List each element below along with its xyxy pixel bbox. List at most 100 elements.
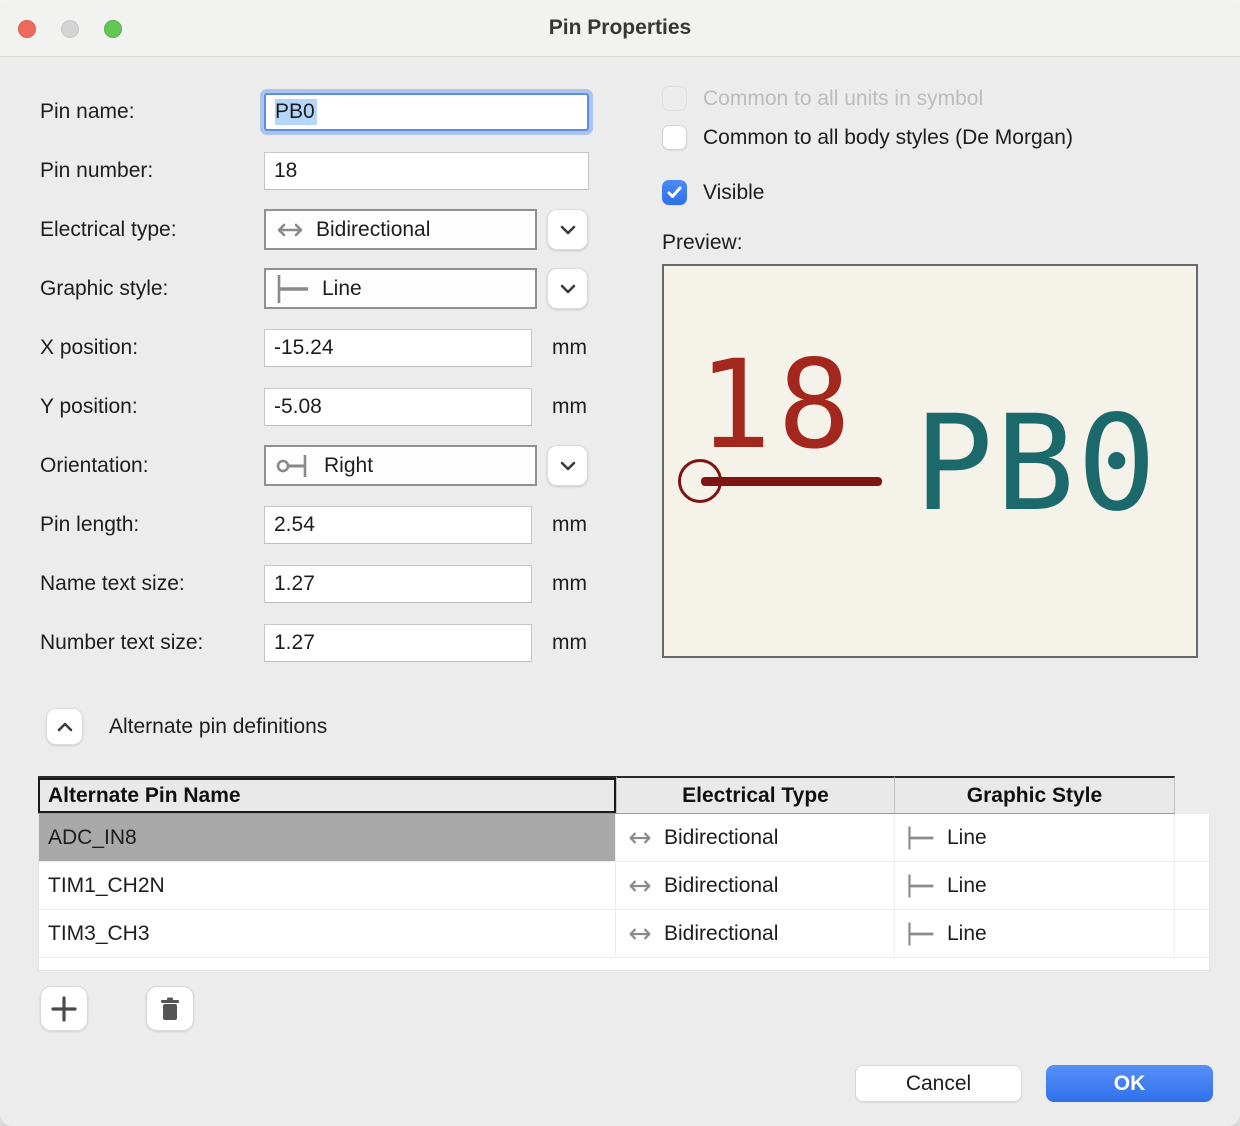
dialog-footer: Cancel OK	[855, 1065, 1213, 1102]
electrical-type-dropdown-button[interactable]	[547, 209, 588, 250]
checkmark-icon	[667, 186, 682, 199]
electrical-type-cell[interactable]: Bidirectional	[616, 862, 895, 909]
common-units-checkbox	[662, 86, 687, 111]
preview-pin-name: PB0	[914, 398, 1158, 530]
pin-name-row: Pin name: PB0	[40, 82, 650, 141]
column-header-electrical-type[interactable]: Electrical Type	[616, 776, 895, 814]
common-units-label: Common to all units in symbol	[703, 87, 983, 111]
alternate-section-header: Alternate pin definitions	[46, 708, 1210, 745]
visible-checkbox[interactable]	[662, 180, 687, 205]
alternate-pin-name: TIM1_CH2N	[48, 874, 165, 898]
alternate-pin-name-cell[interactable]: ADC_IN8	[39, 814, 616, 861]
common-units-row: Common to all units in symbol	[662, 86, 1212, 111]
x-position-input[interactable]	[264, 329, 532, 367]
electrical-type-value: Bidirectional	[664, 826, 778, 850]
pin-length-input[interactable]	[264, 506, 532, 544]
pin-name-input[interactable]: PB0	[264, 93, 589, 131]
common-body-styles-label: Common to all body styles (De Morgan)	[703, 126, 1073, 150]
graphic-style-value: Line	[947, 826, 987, 850]
alternate-pin-name-cell[interactable]: TIM3_CH3	[39, 910, 616, 957]
line-style-icon	[276, 274, 310, 304]
table-empty-strip	[39, 958, 1209, 970]
alternate-pins-table: Alternate Pin Name Electrical Type Graph…	[38, 776, 1210, 971]
pin-length-label: Pin length:	[40, 513, 264, 537]
number-text-size-input[interactable]	[264, 624, 532, 662]
pin-preview-canvas: 18 PB0	[662, 264, 1198, 658]
window-controls	[18, 20, 122, 38]
bidirectional-arrow-icon	[628, 879, 652, 893]
electrical-type-value: Bidirectional	[664, 922, 778, 946]
column-header-alternate-pin-name[interactable]: Alternate Pin Name	[38, 776, 616, 814]
common-body-styles-checkbox[interactable]	[662, 125, 687, 150]
collapse-section-button[interactable]	[46, 708, 83, 745]
electrical-type-value: Bidirectional	[664, 874, 778, 898]
y-position-input[interactable]	[264, 388, 532, 426]
visible-row: Visible	[662, 180, 1212, 205]
bidirectional-arrow-icon	[276, 222, 304, 238]
pin-name-label: Pin name:	[40, 100, 264, 124]
graphic-style-cell[interactable]: Line	[895, 910, 1175, 957]
x-position-row: X position: mm	[40, 318, 650, 377]
bidirectional-arrow-icon	[628, 927, 652, 941]
orientation-dropdown-button[interactable]	[547, 445, 588, 486]
graphic-style-cell[interactable]: Line	[895, 814, 1175, 861]
pin-properties-dialog: Pin Properties Pin name: PB0 Pin number:…	[0, 0, 1240, 1126]
close-window-button[interactable]	[18, 20, 36, 38]
orientation-combo[interactable]: Right	[264, 445, 537, 486]
table-row[interactable]: TIM1_CH2N Bidirectional Line	[39, 862, 1209, 910]
electrical-type-cell[interactable]: Bidirectional	[616, 814, 895, 861]
preview-pin-number: 18	[698, 344, 857, 466]
pin-form: Pin name: PB0 Pin number: Electrical typ…	[40, 82, 650, 672]
number-text-size-unit: mm	[552, 631, 587, 655]
name-text-size-row: Name text size: mm	[40, 554, 650, 613]
y-position-row: Y position: mm	[40, 377, 650, 436]
options-column: Common to all units in symbol Common to …	[662, 86, 1212, 658]
plus-icon	[51, 996, 77, 1022]
number-text-size-row: Number text size: mm	[40, 613, 650, 672]
line-style-icon	[907, 921, 935, 947]
electrical-type-combo[interactable]: Bidirectional	[264, 209, 537, 250]
common-body-styles-row: Common to all body styles (De Morgan)	[662, 125, 1212, 150]
ok-button[interactable]: OK	[1046, 1065, 1213, 1102]
electrical-type-row: Electrical type: Bidirectional	[40, 200, 650, 259]
add-alternate-pin-button[interactable]	[40, 986, 88, 1031]
pin-number-row: Pin number:	[40, 141, 650, 200]
name-text-size-label: Name text size:	[40, 572, 264, 596]
zoom-window-button[interactable]	[104, 20, 122, 38]
name-text-size-input[interactable]	[264, 565, 532, 603]
table-row[interactable]: ADC_IN8 Bidirectional Line	[39, 814, 1209, 862]
cancel-button[interactable]: Cancel	[855, 1065, 1022, 1102]
line-style-icon	[907, 873, 935, 899]
table-row[interactable]: TIM3_CH3 Bidirectional Line	[39, 910, 1209, 958]
electrical-type-cell[interactable]: Bidirectional	[616, 910, 895, 957]
graphic-style-value: Line	[947, 922, 987, 946]
electrical-type-value: Bidirectional	[316, 218, 430, 242]
orientation-label: Orientation:	[40, 454, 264, 478]
minimize-window-button	[61, 20, 79, 38]
alternate-section-title: Alternate pin definitions	[109, 715, 327, 739]
graphic-style-value: Line	[947, 874, 987, 898]
graphic-style-dropdown-button[interactable]	[547, 268, 588, 309]
graphic-style-cell[interactable]: Line	[895, 862, 1175, 909]
number-text-size-label: Number text size:	[40, 631, 264, 655]
delete-alternate-pin-button[interactable]	[146, 986, 194, 1031]
column-header-graphic-style[interactable]: Graphic Style	[895, 776, 1175, 814]
table-header: Alternate Pin Name Electrical Type Graph…	[38, 776, 1210, 814]
graphic-style-label: Graphic style:	[40, 277, 264, 301]
alternate-pin-name: TIM3_CH3	[48, 922, 150, 946]
graphic-style-row: Graphic style: Line	[40, 259, 650, 318]
dialog-title: Pin Properties	[549, 16, 691, 40]
alternate-pin-name-cell[interactable]: TIM1_CH2N	[39, 862, 616, 909]
pin-line	[701, 477, 882, 486]
chevron-down-icon	[560, 461, 576, 471]
graphic-style-combo[interactable]: Line	[264, 268, 537, 309]
titlebar: Pin Properties	[0, 0, 1240, 57]
y-position-unit: mm	[552, 395, 587, 419]
trash-icon	[159, 997, 181, 1021]
alternate-pin-name: ADC_IN8	[48, 826, 137, 850]
pin-number-input[interactable]	[264, 152, 589, 190]
x-position-unit: mm	[552, 336, 587, 360]
pin-length-row: Pin length: mm	[40, 495, 650, 554]
chevron-up-icon	[57, 722, 73, 732]
alternate-pin-definitions-section: Alternate pin definitions Alternate Pin …	[38, 708, 1210, 1031]
